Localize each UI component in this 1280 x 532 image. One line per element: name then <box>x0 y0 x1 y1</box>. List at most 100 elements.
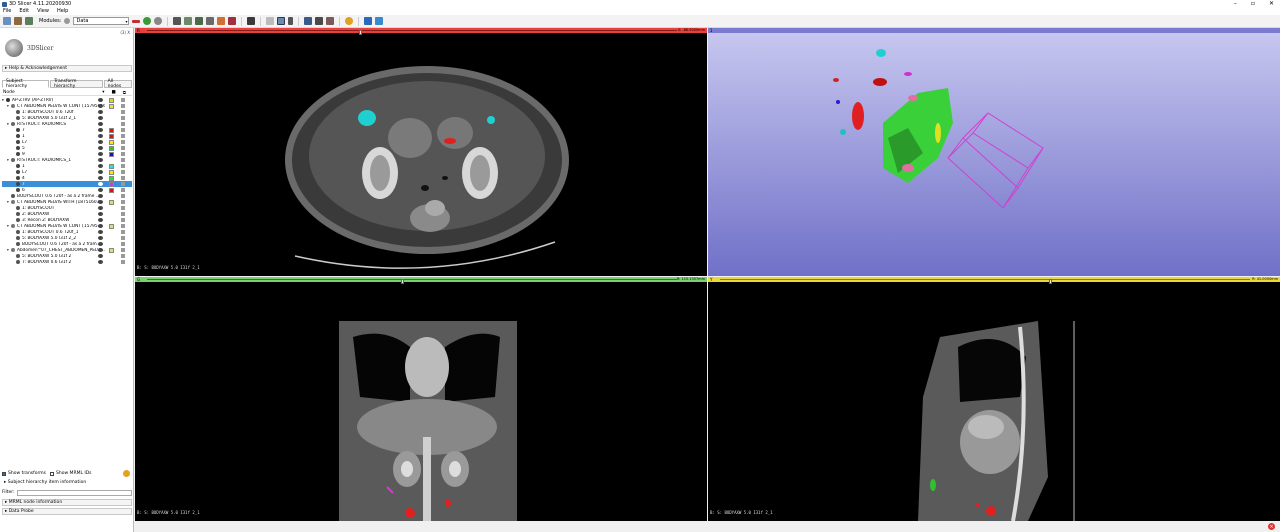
filter-input[interactable] <box>16 489 132 496</box>
help-section[interactable]: ▸ Help & Acknowledgement <box>2 65 132 72</box>
transform-icon[interactable] <box>121 200 125 204</box>
tab-all-nodes[interactable]: All nodes <box>103 79 132 89</box>
3d-view[interactable]: 1 <box>708 28 1280 276</box>
extension-icon[interactable] <box>315 17 324 25</box>
transform-icon[interactable] <box>121 158 125 162</box>
visibility-eye-icon[interactable] <box>98 254 103 258</box>
transform-icon[interactable] <box>121 188 125 192</box>
place-fiducial-icon[interactable] <box>345 17 354 25</box>
visibility-eye-icon[interactable] <box>98 140 103 144</box>
color-swatch[interactable] <box>109 133 114 139</box>
python-icon[interactable] <box>375 17 384 25</box>
transform-icon[interactable] <box>121 98 125 102</box>
transform-icon[interactable] <box>121 224 125 228</box>
dicom-icon[interactable] <box>14 17 22 25</box>
transform-icon[interactable] <box>121 260 125 264</box>
color-swatch[interactable] <box>109 223 114 229</box>
visibility-eye-icon[interactable] <box>98 110 103 114</box>
visibility-eye-icon[interactable] <box>98 182 103 186</box>
color-swatch[interactable] <box>109 163 114 169</box>
visibility-eye-icon[interactable] <box>98 236 103 240</box>
error-icon[interactable]: × <box>1268 523 1275 530</box>
item-info-section[interactable]: ▸ Subject hierarchy item information <box>2 479 132 486</box>
visibility-eye-icon[interactable] <box>98 116 103 120</box>
color-swatch[interactable] <box>109 139 114 145</box>
transform-icon[interactable] <box>121 104 125 108</box>
transform-icon[interactable] <box>121 116 125 120</box>
yellow-slice-view[interactable]: Y R: 41.0000mm B: S: BODYAXW 5.0 I31f 2_… <box>708 277 1280 521</box>
view-layout-icon[interactable] <box>277 17 286 25</box>
module-icon-3[interactable] <box>206 17 215 25</box>
load-data-icon[interactable] <box>3 17 11 25</box>
markups-icon[interactable] <box>217 17 226 25</box>
transform-icon[interactable] <box>121 110 125 114</box>
color-swatch[interactable] <box>109 151 114 157</box>
crosshair-icon[interactable] <box>288 17 294 25</box>
transform-icon[interactable] <box>121 122 125 126</box>
show-mrml-ids-checkbox[interactable] <box>49 471 54 476</box>
color-swatch[interactable] <box>109 169 114 175</box>
visibility-eye-icon[interactable] <box>98 158 103 162</box>
transform-icon[interactable] <box>121 152 125 156</box>
color-swatch[interactable] <box>109 127 114 133</box>
transform-icon[interactable] <box>121 164 125 168</box>
visibility-eye-icon[interactable] <box>98 248 103 252</box>
visibility-eye-icon[interactable] <box>98 200 103 204</box>
layout-icon[interactable] <box>173 17 182 25</box>
python-console-icon[interactable] <box>364 17 373 25</box>
transform-icon[interactable] <box>121 236 125 240</box>
transform-icon[interactable] <box>121 170 125 174</box>
color-swatch[interactable] <box>109 181 114 187</box>
color-swatch[interactable] <box>109 247 114 253</box>
module-icon-1[interactable] <box>184 17 193 25</box>
visibility-eye-icon[interactable] <box>98 122 103 126</box>
tree-row[interactable]: 7: BODYAXW 0.6 I31f 2 <box>2 259 132 265</box>
screenshot-icon[interactable] <box>304 17 313 25</box>
color-swatch[interactable] <box>109 97 114 103</box>
green-slice-view[interactable]: G R: 115.1357mm B: S: BODYAXW 5.0 I31f 2… <box>135 277 707 521</box>
transform-icon[interactable] <box>121 194 125 198</box>
visibility-eye-icon[interactable] <box>98 206 103 210</box>
visibility-eye-icon[interactable] <box>98 218 103 222</box>
color-header-icon[interactable]: ■ <box>112 90 116 96</box>
transform-header-icon[interactable]: ⧉ <box>123 90 126 96</box>
show-transforms-checkbox[interactable] <box>2 471 6 476</box>
tab-subject-hierarchy[interactable]: Subject hierarchy <box>2 79 50 89</box>
transform-icon[interactable] <box>121 134 125 138</box>
transform-icon[interactable] <box>121 212 125 216</box>
grid-layout-icon[interactable] <box>247 17 256 25</box>
minimize-icon[interactable]: – <box>1234 0 1237 7</box>
subject-hierarchy-tree[interactable]: ▾ AP-ZTRV (AP-ZTRV) ▾ CT ABDOMEN PELVIS W C… <box>2 97 132 265</box>
data-probe-section[interactable]: ▸ Data Probe <box>2 508 132 515</box>
visibility-header-icon[interactable]: ▾ <box>102 90 104 96</box>
visibility-eye-icon[interactable] <box>98 176 103 180</box>
close-icon[interactable]: ✕ <box>1269 0 1274 7</box>
transform-icon[interactable] <box>121 128 125 132</box>
module-selector[interactable]: Data ▾ <box>73 17 130 25</box>
transform-icon[interactable] <box>121 176 125 180</box>
visibility-eye-icon[interactable] <box>98 260 103 264</box>
visibility-eye-icon[interactable] <box>98 104 103 108</box>
visibility-eye-icon[interactable] <box>98 134 103 138</box>
color-swatch[interactable] <box>109 175 114 181</box>
module-history-icon[interactable] <box>132 19 141 23</box>
transform-icon[interactable] <box>121 146 125 150</box>
menu-view[interactable]: View <box>37 8 49 15</box>
color-swatch[interactable] <box>109 103 114 109</box>
color-swatch[interactable] <box>109 199 114 205</box>
back-icon[interactable] <box>143 17 152 25</box>
module-icon-2[interactable] <box>195 17 204 25</box>
visibility-eye-icon[interactable] <box>98 224 103 228</box>
settings-icon[interactable] <box>123 470 130 477</box>
search-icon[interactable] <box>64 18 71 24</box>
transform-icon[interactable] <box>121 182 125 186</box>
transform-icon[interactable] <box>121 248 125 252</box>
transform-icon[interactable] <box>121 242 125 246</box>
visibility-eye-icon[interactable] <box>98 230 103 234</box>
transform-icon[interactable] <box>228 17 237 25</box>
menu-file[interactable]: File <box>3 8 11 15</box>
visibility-eye-icon[interactable] <box>98 242 103 246</box>
mrml-info-section[interactable]: ▸ MRML node information <box>2 499 132 506</box>
transform-icon[interactable] <box>121 206 125 210</box>
visibility-eye-icon[interactable] <box>98 194 103 198</box>
